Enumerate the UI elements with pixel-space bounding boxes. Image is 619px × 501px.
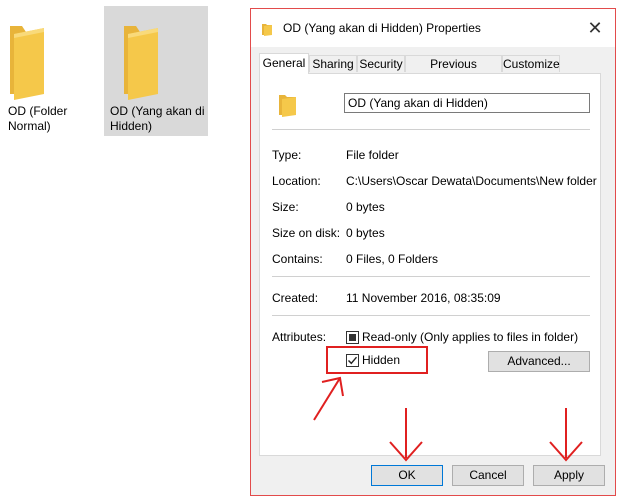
tab-general[interactable]: General (259, 53, 309, 74)
folder-icon (279, 95, 296, 117)
folder-name-input[interactable]: OD (Yang akan di Hidden) (344, 93, 590, 113)
annotation-arrow-icon (313, 376, 344, 421)
type-value: File folder (346, 148, 399, 162)
size-label: Size: (272, 200, 299, 214)
folder-label: OD (Yang akan di Hidden) (110, 104, 205, 133)
attributes-label: Attributes: (272, 330, 327, 344)
type-label: Type: (272, 148, 302, 162)
folder-icon (10, 26, 44, 100)
created-label: Created: (272, 291, 319, 305)
readonly-label: Read-only (Only applies to files in fold… (362, 330, 579, 344)
dialog-title: OD (Yang akan di Hidden) Properties (283, 21, 481, 35)
location-label: Location: (272, 174, 321, 188)
folder-icon (262, 24, 272, 36)
close-icon[interactable]: ✕ (585, 18, 605, 38)
folder-icon (124, 26, 158, 100)
tab-previous-versions[interactable]: Previous Versions (405, 55, 502, 88)
separator (272, 129, 590, 130)
advanced-button[interactable]: Advanced... (488, 351, 590, 372)
desktop-folder-hidden[interactable]: OD (Yang akan di Hidden) (104, 6, 208, 136)
created-value: 11 November 2016, 08:35:09 (346, 291, 501, 305)
contains-value: 0 Files, 0 Folders (346, 252, 439, 266)
separator (272, 315, 590, 316)
tab-sharing[interactable]: Sharing (309, 55, 357, 72)
annotation-arrow-down-icon (549, 408, 583, 462)
size-value: 0 bytes (346, 200, 385, 214)
cancel-button[interactable]: Cancel (452, 465, 524, 486)
tab-customize[interactable]: Customize (502, 55, 560, 72)
size-on-disk-value: 0 bytes (346, 226, 385, 240)
size-on-disk-label: Size on disk: (272, 226, 341, 240)
ok-button[interactable]: OK (371, 465, 443, 486)
title-bar[interactable]: OD (Yang akan di Hidden) Properties ✕ (251, 9, 615, 47)
desktop-folder-normal[interactable]: OD (Folder Normal) (2, 6, 106, 136)
annotation-arrow-down-icon (389, 408, 423, 462)
tab-security[interactable]: Security (357, 55, 405, 72)
folder-label: OD (Folder Normal) (8, 104, 68, 133)
readonly-checkbox[interactable] (346, 331, 359, 344)
apply-button[interactable]: Apply (533, 465, 605, 486)
contains-label: Contains: (272, 252, 323, 266)
separator (272, 276, 590, 277)
location-value: C:\Users\Oscar Dewata\Documents\New fold… (346, 174, 597, 188)
